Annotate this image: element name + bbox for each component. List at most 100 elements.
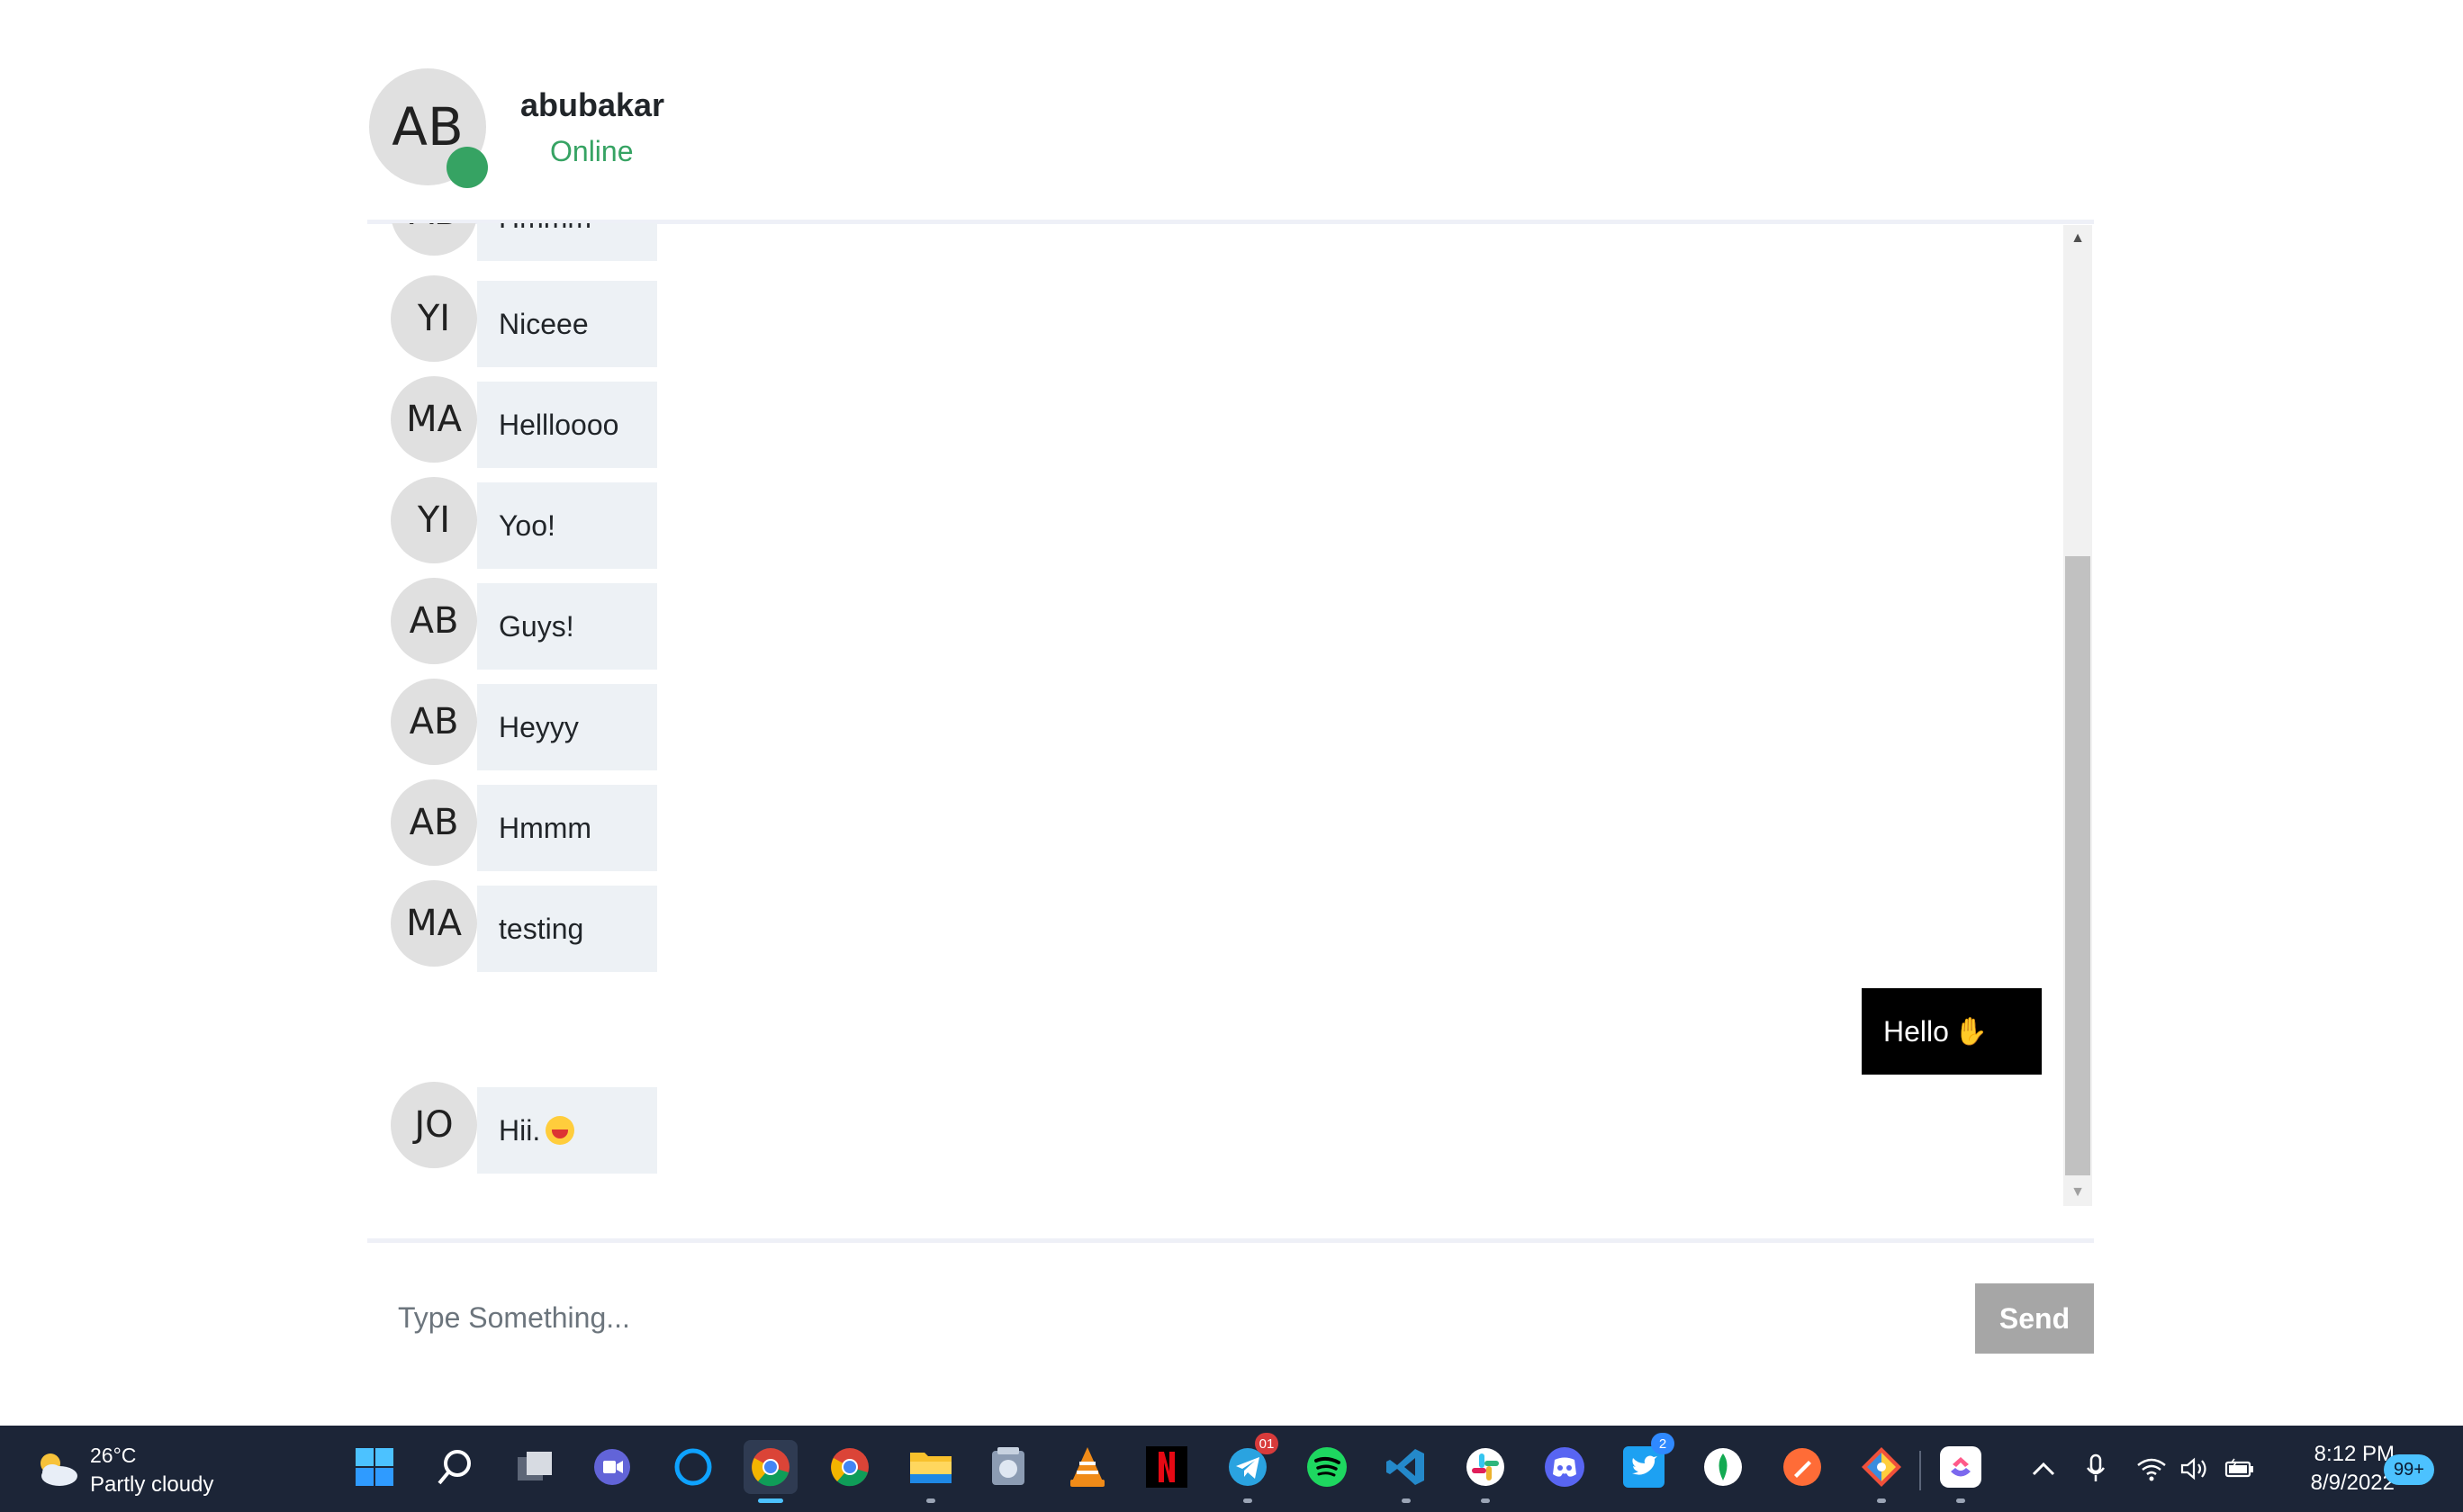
message-bubble: Hellloooo bbox=[477, 382, 657, 468]
taskbar-chrome-profile-app[interactable] bbox=[823, 1440, 877, 1494]
netflix-icon bbox=[1146, 1446, 1187, 1488]
taskbar-chrome-app[interactable] bbox=[744, 1440, 798, 1503]
weather-widget[interactable]: 26°C Partly cloudy bbox=[32, 1442, 230, 1499]
taskbar-vlc-app[interactable] bbox=[1060, 1440, 1114, 1494]
message-bubble: Heyyy bbox=[477, 684, 657, 770]
weather-description: Partly cloudy bbox=[90, 1472, 214, 1497]
app-icon bbox=[992, 1447, 1024, 1485]
scrollbar-thumb[interactable] bbox=[2065, 556, 2090, 1175]
message-bubble: Hmmm bbox=[477, 223, 657, 261]
partly-cloudy-icon bbox=[41, 1454, 77, 1486]
chat-icon bbox=[594, 1449, 630, 1485]
taskbar: 26°C Partly cloudy 01 2 8:12 PM 8/9/2022… bbox=[0, 1426, 2463, 1512]
search-icon bbox=[438, 1450, 471, 1485]
message-bubble: Yoo! bbox=[477, 482, 657, 569]
message-bubble: Hmmm bbox=[477, 785, 657, 871]
sender-avatar: AB bbox=[391, 223, 477, 256]
task-view-icon bbox=[518, 1452, 552, 1480]
show-hidden-icons-chevron-icon[interactable] bbox=[2027, 1453, 2060, 1485]
message-text: Heyyy bbox=[499, 710, 579, 743]
scroll-up-arrow-icon[interactable]: ▲ bbox=[2063, 225, 2092, 252]
taskbar-git-app[interactable] bbox=[1854, 1440, 1908, 1503]
message-text: Yoo! bbox=[499, 508, 555, 542]
windows-icon bbox=[356, 1448, 393, 1486]
start-button[interactable] bbox=[347, 1440, 401, 1494]
taskbar-clickup-app[interactable] bbox=[1934, 1440, 1988, 1503]
vlc-icon bbox=[1070, 1447, 1105, 1487]
grinning-face-icon bbox=[546, 1116, 575, 1145]
spotify-icon bbox=[1307, 1447, 1347, 1487]
postman-icon bbox=[1783, 1448, 1821, 1486]
mongodb-leaf-icon bbox=[1704, 1448, 1742, 1486]
taskbar-postman-app[interactable] bbox=[1775, 1440, 1829, 1494]
sender-avatar: YI bbox=[391, 477, 477, 563]
sender-avatar: YI bbox=[391, 275, 477, 362]
app-running-indicator bbox=[1481, 1498, 1490, 1503]
twitter-notification-badge: 2 bbox=[1651, 1433, 1674, 1454]
sender-avatar: AB bbox=[391, 679, 477, 765]
taskbar-mongodb-app[interactable] bbox=[1696, 1440, 1750, 1494]
telegram-unread-badge: 01 bbox=[1255, 1433, 1278, 1454]
vscode-icon bbox=[1386, 1449, 1424, 1485]
cortana-icon bbox=[674, 1448, 712, 1486]
message-bubble: testing bbox=[477, 886, 657, 972]
taskbar-discord-app[interactable] bbox=[1538, 1440, 1592, 1494]
taskbar-chat-app[interactable] bbox=[585, 1440, 639, 1494]
folder-icon bbox=[910, 1453, 952, 1483]
message-input[interactable] bbox=[378, 1283, 1984, 1352]
message-text: Hellloooo bbox=[499, 408, 619, 441]
notification-count-badge[interactable]: 99+ bbox=[2384, 1454, 2434, 1485]
online-status-dot bbox=[447, 147, 488, 188]
message-text: testing bbox=[499, 912, 584, 945]
task-view-button[interactable] bbox=[508, 1440, 562, 1494]
outgoing-message-bubble: Hello ✋ bbox=[1862, 988, 2042, 1075]
taskbar-search-button[interactable] bbox=[429, 1440, 483, 1494]
message-list[interactable]: AB Hmmm YI Niceee MA Hellloooo YI Yoo! A… bbox=[367, 223, 2094, 1204]
taskbar-file-explorer[interactable] bbox=[904, 1440, 958, 1503]
taskbar-cortana[interactable] bbox=[666, 1440, 720, 1494]
user-avatar-initials: AB bbox=[392, 96, 464, 158]
taskbar-spotify-app[interactable] bbox=[1300, 1440, 1354, 1494]
message-text: Niceee bbox=[499, 307, 589, 340]
chrome-icon bbox=[831, 1448, 869, 1487]
user-status: Online bbox=[550, 135, 634, 167]
composer-divider bbox=[367, 1238, 2094, 1243]
taskbar-telegram-app[interactable]: 01 bbox=[1221, 1433, 1278, 1503]
message-bubble: Hii. bbox=[477, 1087, 657, 1174]
chrome-icon bbox=[752, 1448, 789, 1487]
microphone-icon[interactable] bbox=[2080, 1453, 2112, 1485]
app-running-indicator bbox=[1877, 1498, 1886, 1503]
app-running-indicator bbox=[1243, 1498, 1252, 1503]
app-running-indicator bbox=[1402, 1498, 1411, 1503]
volume-icon[interactable] bbox=[2179, 1453, 2211, 1485]
battery-icon[interactable] bbox=[2224, 1453, 2256, 1485]
discord-icon bbox=[1545, 1447, 1584, 1487]
taskbar-vscode-app[interactable] bbox=[1379, 1440, 1433, 1503]
taskbar-twitter-app[interactable]: 2 bbox=[1617, 1433, 1674, 1494]
message-bubble: Niceee bbox=[477, 281, 657, 367]
message-scrollbar[interactable]: ▲ ▼ bbox=[2063, 225, 2092, 1206]
message-bubble: Guys! bbox=[477, 583, 657, 670]
waving-hand-icon: ✋ bbox=[1953, 1015, 1989, 1048]
clock-time[interactable]: 8:12 PM bbox=[2296, 1442, 2395, 1467]
active-app-indicator bbox=[758, 1498, 783, 1503]
chat-app: AB abubakar Online AB Hmmm YI Niceee MA … bbox=[0, 0, 2463, 1426]
clock-date[interactable]: 8/9/2022 bbox=[2278, 1471, 2395, 1496]
sender-avatar: AB bbox=[391, 578, 477, 664]
scroll-down-arrow-icon[interactable]: ▼ bbox=[2063, 1179, 2092, 1206]
git-icon bbox=[1862, 1447, 1901, 1487]
taskbar-utility-app[interactable] bbox=[981, 1440, 1035, 1494]
send-button[interactable]: Send bbox=[1975, 1283, 2094, 1354]
clickup-icon bbox=[1940, 1446, 1981, 1488]
sender-avatar: AB bbox=[391, 779, 477, 866]
message-text: Hmmm bbox=[499, 811, 592, 844]
slack-icon bbox=[1466, 1448, 1504, 1486]
wifi-icon[interactable] bbox=[2135, 1453, 2168, 1485]
taskbar-netflix-app[interactable] bbox=[1140, 1440, 1194, 1494]
message-text: Hii. bbox=[499, 1113, 541, 1147]
app-running-indicator bbox=[926, 1498, 935, 1503]
app-running-indicator bbox=[1956, 1498, 1965, 1503]
taskbar-slack-app[interactable] bbox=[1458, 1440, 1512, 1503]
chat-header: AB abubakar Online bbox=[367, 67, 2094, 224]
taskbar-separator bbox=[1919, 1451, 1921, 1490]
